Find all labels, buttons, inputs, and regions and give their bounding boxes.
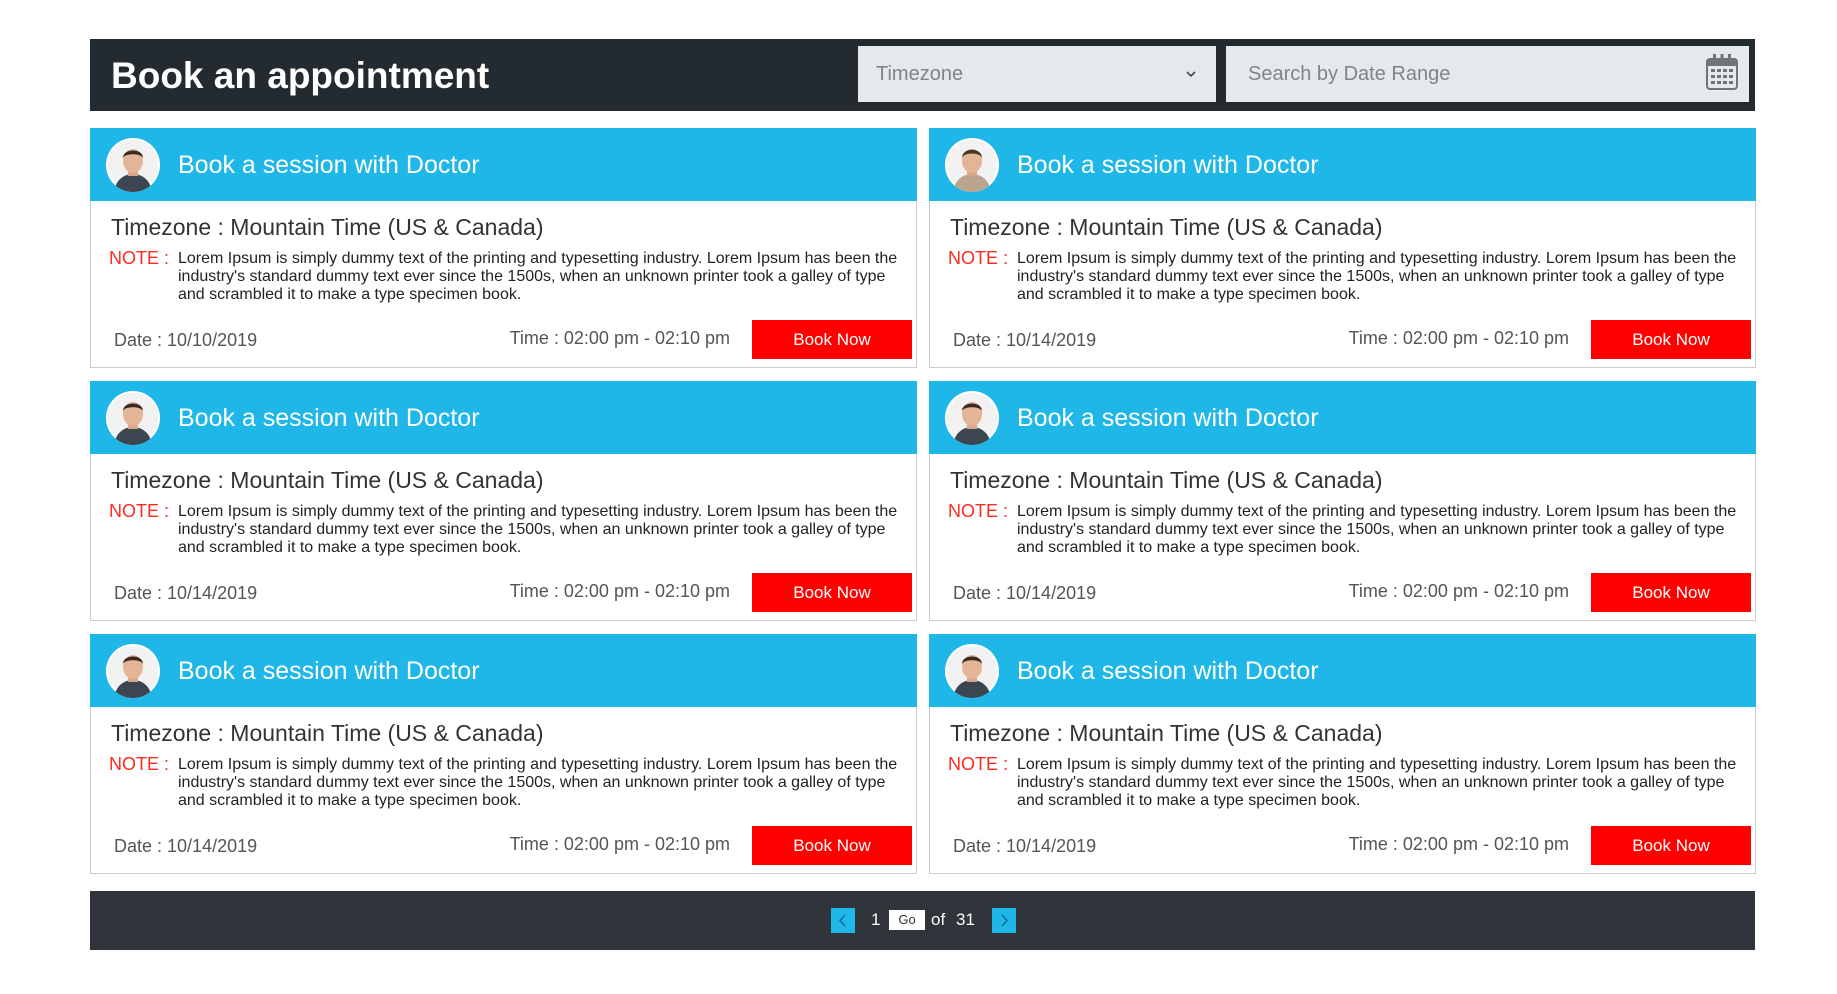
note-text: Lorem Ipsum is simply dummy text of the … <box>1017 756 1737 809</box>
chevron-right-icon <box>1001 914 1009 927</box>
card-time: Time : 02:00 pm - 02:10 pm <box>1348 834 1569 854</box>
book-now-button[interactable]: Book Now <box>752 320 912 359</box>
card-time: Time : 02:00 pm - 02:10 pm <box>509 581 730 601</box>
note-label: NOTE : <box>109 248 170 268</box>
go-button[interactable]: Go <box>889 910 925 930</box>
book-now-button[interactable]: Book Now <box>1591 573 1751 612</box>
appointment-card: Book a session with Doctor Timezone : Mo… <box>929 128 1756 368</box>
doctor-avatar <box>945 138 999 192</box>
card-time: Time : 02:00 pm - 02:10 pm <box>1348 328 1569 348</box>
book-now-button[interactable]: Book Now <box>752 573 912 612</box>
card-title: Book a session with Doctor <box>1017 404 1319 432</box>
card-title: Book a session with Doctor <box>178 404 480 432</box>
card-time: Time : 02:00 pm - 02:10 pm <box>509 328 730 348</box>
doctor-avatar <box>106 138 160 192</box>
card-header: Book a session with Doctor <box>929 381 1756 454</box>
card-title: Book a session with Doctor <box>178 657 480 685</box>
prev-page-button[interactable] <box>831 908 855 933</box>
card-date: Date : 10/14/2019 <box>953 330 1097 350</box>
doctor-avatar <box>106 391 160 445</box>
card-header: Book a session with Doctor <box>929 634 1756 707</box>
appointment-card: Book a session with Doctor Timezone : Mo… <box>90 634 917 874</box>
card-date: Date : 10/14/2019 <box>114 583 258 603</box>
appointment-card: Book a session with Doctor Timezone : Mo… <box>90 128 917 368</box>
note-label: NOTE : <box>948 754 1009 774</box>
appointment-card: Book a session with Doctor Timezone : Mo… <box>90 381 917 621</box>
card-time: Time : 02:00 pm - 02:10 pm <box>509 834 730 854</box>
chevron-down-icon <box>1186 71 1196 78</box>
card-title: Book a session with Doctor <box>178 151 480 179</box>
book-now-button[interactable]: Book Now <box>1591 320 1751 359</box>
note-text: Lorem Ipsum is simply dummy text of the … <box>178 756 898 809</box>
page-header: Book an appointment Timezone <box>90 39 1755 111</box>
card-timezone: Timezone : Mountain Time (US & Canada) <box>111 214 544 240</box>
page-title: Book an appointment <box>111 55 490 96</box>
card-timezone: Timezone : Mountain Time (US & Canada) <box>950 467 1383 493</box>
timezone-select-label: Timezone <box>876 63 964 85</box>
note-text: Lorem Ipsum is simply dummy text of the … <box>1017 250 1737 303</box>
note-text: Lorem Ipsum is simply dummy text of the … <box>1017 503 1737 556</box>
card-date: Date : 10/14/2019 <box>953 583 1097 603</box>
appointment-app: Book an appointment Timezone Search by D… <box>0 0 1837 994</box>
card-date: Date : 10/14/2019 <box>953 836 1097 856</box>
note-text: Lorem Ipsum is simply dummy text of the … <box>178 503 898 556</box>
doctor-avatar <box>945 644 999 698</box>
card-time: Time : 02:00 pm - 02:10 pm <box>1348 581 1569 601</box>
total-pages: 31 <box>956 910 975 929</box>
date-range-input[interactable] <box>1226 46 1686 102</box>
doctor-avatar <box>945 391 999 445</box>
calendar-icon[interactable] <box>1705 53 1739 91</box>
card-timezone: Timezone : Mountain Time (US & Canada) <box>950 720 1383 746</box>
card-header: Book a session with Doctor <box>90 634 917 707</box>
note-label: NOTE : <box>948 501 1009 521</box>
card-header: Book a session with Doctor <box>929 128 1756 201</box>
note-label: NOTE : <box>948 248 1009 268</box>
current-page: 1 <box>871 910 881 929</box>
book-now-button[interactable]: Book Now <box>1591 826 1751 865</box>
chevron-left-icon <box>838 914 846 927</box>
appointment-card: Book a session with Doctor Timezone : Mo… <box>929 381 1756 621</box>
card-header: Book a session with Doctor <box>90 128 917 201</box>
note-label: NOTE : <box>109 501 170 521</box>
book-now-button[interactable]: Book Now <box>752 826 912 865</box>
doctor-avatar <box>106 644 160 698</box>
card-date: Date : 10/14/2019 <box>114 836 258 856</box>
card-timezone: Timezone : Mountain Time (US & Canada) <box>111 720 544 746</box>
next-page-button[interactable] <box>992 908 1016 933</box>
of-label: of <box>931 910 946 929</box>
appointment-card: Book a session with Doctor Timezone : Mo… <box>929 634 1756 874</box>
note-text: Lorem Ipsum is simply dummy text of the … <box>178 250 898 303</box>
card-date: Date : 10/10/2019 <box>114 330 258 350</box>
card-title: Book a session with Doctor <box>1017 151 1319 179</box>
card-title: Book a session with Doctor <box>1017 657 1319 685</box>
card-header: Book a session with Doctor <box>90 381 917 454</box>
timezone-select[interactable]: Timezone <box>858 46 1216 102</box>
note-label: NOTE : <box>109 754 170 774</box>
pagination-bar: 1 Go of 31 <box>90 891 1755 950</box>
card-timezone: Timezone : Mountain Time (US & Canada) <box>111 467 544 493</box>
card-timezone: Timezone : Mountain Time (US & Canada) <box>950 214 1383 240</box>
date-range-search <box>1226 46 1749 102</box>
